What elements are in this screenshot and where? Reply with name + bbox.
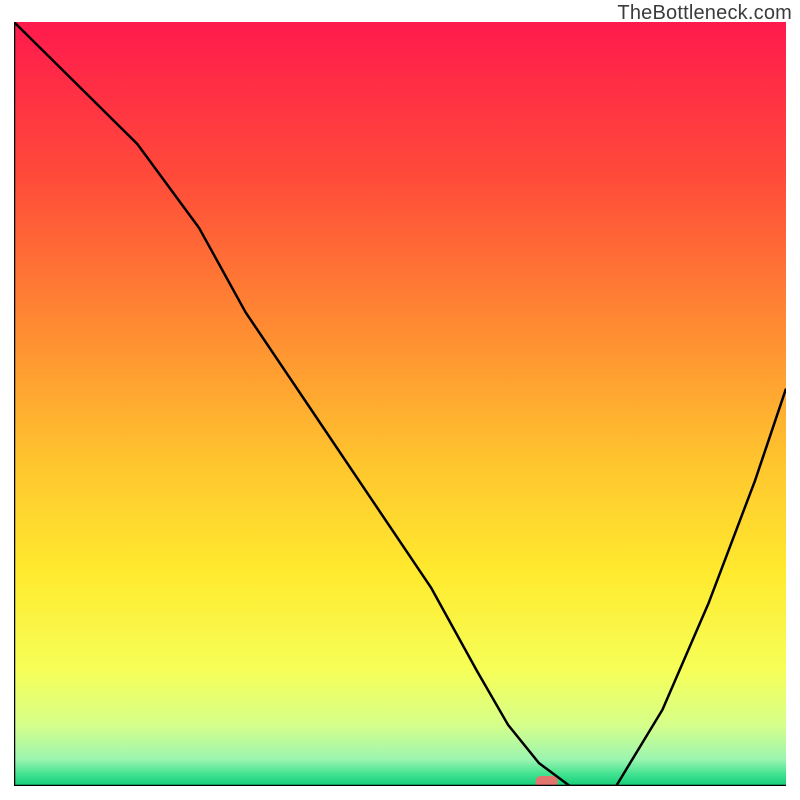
optimal-marker [536, 776, 558, 786]
chart-svg [14, 22, 786, 786]
attribution-watermark: TheBottleneck.com [617, 2, 792, 25]
chart-container: TheBottleneck.com [0, 0, 800, 800]
plot-area [14, 22, 786, 786]
